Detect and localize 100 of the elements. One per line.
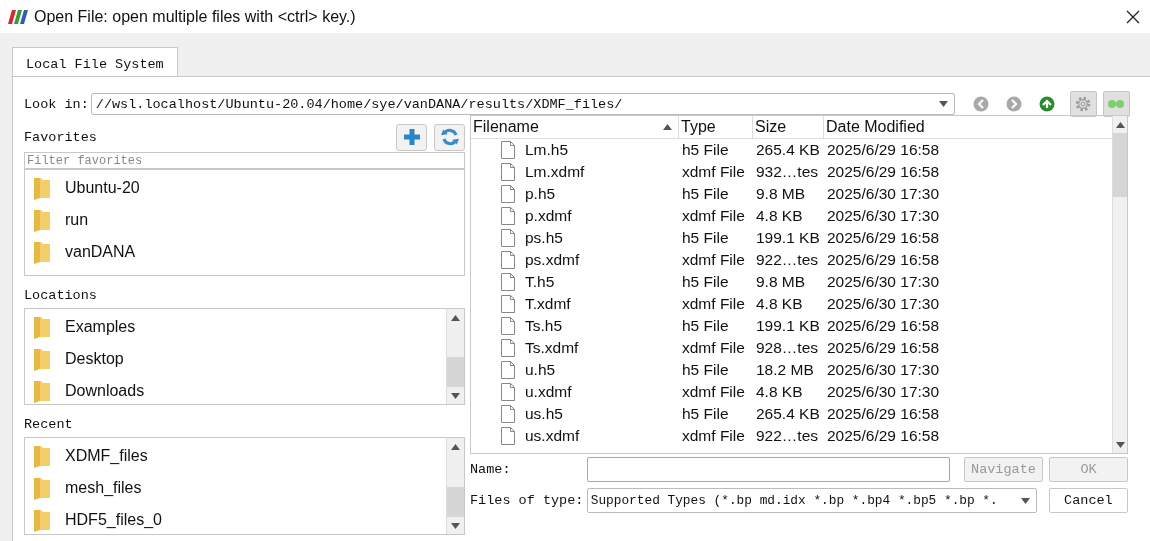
close-icon[interactable] xyxy=(1126,9,1140,24)
table-cell: 199.1 KB xyxy=(756,229,820,247)
table-cell: 922…tes xyxy=(756,251,819,269)
table-cell: h5 File xyxy=(682,229,729,247)
folder-icon xyxy=(33,208,51,232)
table-cell: h5 File xyxy=(682,273,729,291)
settings-button[interactable] xyxy=(1069,91,1097,117)
add-favorite-button[interactable] xyxy=(396,123,427,151)
file-type-dropdown[interactable]: Supported Types (*.bp md.idx *.bp *.bp4 *.bp5 *.bp *. xyxy=(586,488,1037,513)
folder-item[interactable]: vanDANA xyxy=(65,243,136,261)
cancel-button[interactable]: Cancel xyxy=(1048,488,1128,513)
window-title: Open File: open multiple files with <ctrl> key.) xyxy=(34,7,357,26)
scroll-thumb[interactable] xyxy=(447,487,464,517)
scroll-down-icon[interactable] xyxy=(451,392,460,399)
table-cell[interactable]: p.h5 xyxy=(525,185,556,203)
table-cell[interactable]: Lm.h5 xyxy=(525,141,569,159)
table-cell: xdmf File xyxy=(682,427,745,445)
file-icon xyxy=(501,163,515,181)
table-cell[interactable]: u.xdmf xyxy=(525,383,572,401)
caret-icon[interactable] xyxy=(1020,497,1030,504)
table-cell[interactable]: Ts.xdmf xyxy=(525,339,579,357)
files-of-type-label: Files of type: xyxy=(470,493,585,508)
scroll-thumb[interactable] xyxy=(1113,133,1127,197)
table-cell: h5 File xyxy=(682,317,729,335)
table-cell: 932…tes xyxy=(756,163,819,181)
filter-field[interactable]: Filter favorites xyxy=(24,152,465,169)
table-cell: 199.1 KB xyxy=(756,317,820,335)
table-cell: 2025/6/29 16:58 xyxy=(827,163,940,181)
app-logo-icon xyxy=(8,9,28,24)
table-cell: 2025/6/29 16:58 xyxy=(827,405,940,423)
look-in-label: Look in: xyxy=(24,96,89,112)
look-in-dropdown[interactable]: //wsl.localhost/Ubuntu-20.04/home/sye/vanDANA/results/XDMF_files/ xyxy=(90,93,955,115)
folder-item[interactable]: mesh_files xyxy=(65,479,142,497)
file-icon xyxy=(501,361,515,379)
table-cell: h5 File xyxy=(682,405,729,423)
table-cell: 2025/6/30 17:30 xyxy=(827,185,940,203)
table-cell: 9.8 MB xyxy=(756,273,806,291)
column-header[interactable]: Size xyxy=(753,116,824,138)
scrollbar[interactable] xyxy=(446,309,464,404)
folder-item[interactable]: Examples xyxy=(65,318,136,336)
table-cell: 2025/6/29 16:58 xyxy=(827,141,940,159)
caret-icon[interactable] xyxy=(938,101,948,107)
scroll-up-icon[interactable] xyxy=(451,443,460,450)
table-cell: xdmf File xyxy=(682,295,745,313)
tab[interactable]: Local File System xyxy=(12,47,178,76)
section-label: Locations xyxy=(24,287,97,303)
column-header[interactable]: Type xyxy=(679,116,753,138)
scroll-thumb[interactable] xyxy=(447,357,464,387)
dots-button[interactable] xyxy=(1102,91,1130,117)
scrollbar[interactable] xyxy=(1112,116,1127,453)
file-icon xyxy=(501,185,515,203)
folder-item[interactable]: run xyxy=(65,211,89,229)
section-label: Favorites xyxy=(24,129,97,145)
folder-icon xyxy=(33,444,51,468)
scroll-up-icon[interactable] xyxy=(1115,121,1125,128)
folder-icon xyxy=(33,240,51,264)
table-cell: 2025/6/29 16:58 xyxy=(827,251,940,269)
refresh-icon xyxy=(440,128,459,146)
scroll-down-icon[interactable] xyxy=(451,522,460,529)
table-cell[interactable]: us.xdmf xyxy=(525,427,580,445)
table-cell: 4.8 KB xyxy=(756,383,803,401)
file-icon xyxy=(501,383,515,401)
table-cell[interactable]: ps.xdmf xyxy=(525,251,580,269)
table-cell: 18.2 MB xyxy=(756,361,814,379)
file-icon xyxy=(501,317,515,335)
column-header[interactable]: Date Modified xyxy=(824,116,1112,138)
scroll-down-icon[interactable] xyxy=(1115,441,1125,448)
file-icon xyxy=(501,251,515,269)
table-cell[interactable]: Ts.h5 xyxy=(525,317,563,335)
folder-item[interactable]: Ubuntu-20 xyxy=(65,179,140,197)
sort-icon[interactable] xyxy=(663,124,672,130)
table-cell: 4.8 KB xyxy=(756,295,803,313)
table-cell[interactable]: p.xdmf xyxy=(525,207,572,225)
folder-icon xyxy=(33,476,51,500)
name-field[interactable] xyxy=(586,457,950,482)
scrollbar[interactable] xyxy=(446,438,464,534)
file-icon xyxy=(501,295,515,313)
table-cell[interactable]: ps.h5 xyxy=(525,229,563,247)
column-header[interactable]: Filename xyxy=(471,116,679,138)
scroll-up-icon[interactable] xyxy=(451,314,460,321)
dots-icon xyxy=(1107,99,1126,109)
name-label: Name: xyxy=(470,462,512,477)
table-cell[interactable]: T.h5 xyxy=(525,273,555,291)
folder-icon xyxy=(33,347,51,371)
table-cell[interactable]: Lm.xdmf xyxy=(525,163,585,181)
folder-icon xyxy=(33,315,51,339)
folder-item[interactable]: HDF5_files_0 xyxy=(65,511,162,529)
file-icon xyxy=(501,427,515,445)
settings-icon xyxy=(1074,95,1093,113)
table-cell[interactable]: T.xdmf xyxy=(525,295,571,313)
table-cell: h5 File xyxy=(682,361,729,379)
folder-item[interactable]: Downloads xyxy=(65,382,145,400)
up-arrow-icon[interactable] xyxy=(1038,96,1055,112)
folder-item[interactable]: XDMF_files xyxy=(65,447,148,465)
section-label: Recent xyxy=(24,416,73,432)
table-cell: xdmf File xyxy=(682,251,745,269)
table-cell[interactable]: us.h5 xyxy=(525,405,563,423)
folder-item[interactable]: Desktop xyxy=(65,350,124,368)
table-cell[interactable]: u.h5 xyxy=(525,361,556,379)
refresh-button[interactable] xyxy=(434,123,465,151)
